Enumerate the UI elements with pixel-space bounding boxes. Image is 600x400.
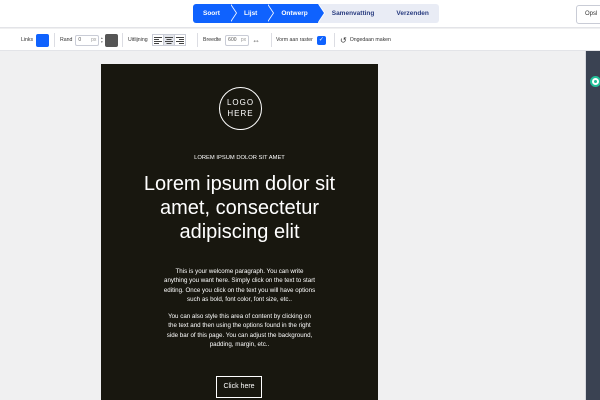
links-label: Links: [21, 37, 34, 43]
alignment-group: Uitlijning: [128, 29, 186, 51]
style-paragraph[interactable]: You can also style this area of content …: [163, 312, 316, 350]
email-preview[interactable]: LOGO HERE LOREM IPSUM DOLOR SIT AMET Lor…: [101, 64, 378, 400]
links-color-group: Links: [21, 29, 50, 51]
expand-width-icon[interactable]: ⇔: [252, 36, 260, 45]
fit-grid-group: Vorm aan raster ✓: [276, 29, 326, 51]
links-color-swatch[interactable]: [36, 33, 50, 47]
welcome-paragraph[interactable]: This is your welcome paragraph. You can …: [163, 267, 316, 305]
design-toolbar: Links Rand 0 px ▲ ▼ Uitlijning Breedte 600…: [0, 29, 600, 51]
undo-label: Ongedaan maken: [349, 37, 391, 43]
divider: [122, 33, 123, 47]
divider: [197, 33, 198, 47]
click-here-button[interactable]: Click here: [216, 376, 262, 398]
alignment-label: Uitlijning: [128, 37, 148, 43]
kicker-text[interactable]: LOREM IPSUM DOLOR SIT AMET: [101, 155, 378, 161]
step-soort[interactable]: Soort: [193, 4, 237, 23]
width-group: Breedte 600 px ⇔: [203, 29, 260, 51]
checkmark-icon: ✓: [318, 36, 324, 43]
width-input[interactable]: 600 px: [225, 34, 250, 46]
border-width-stepper[interactable]: ▲ ▼: [100, 36, 103, 44]
undo-button[interactable]: ↺ Ongedaan maken: [340, 29, 391, 51]
border-label: Rand: [60, 37, 73, 43]
top-bar: Soort Lijst Ontwerp Samenvatting Verzend…: [0, 0, 600, 28]
width-label: Breedte: [203, 37, 222, 43]
sidebar-toggle-icon[interactable]: [590, 76, 600, 87]
headline-text[interactable]: Lorem ipsum dolor sit amet, consectetur …: [121, 172, 358, 244]
step-samenvatting[interactable]: Samenvatting: [317, 4, 385, 23]
save-button[interactable]: Opsl: [576, 5, 600, 24]
border-color-swatch[interactable]: [105, 33, 119, 47]
wizard-steps: Soort Lijst Ontwerp Samenvatting Verzend…: [193, 4, 439, 23]
fit-grid-checkbox[interactable]: ✓: [316, 35, 326, 45]
undo-icon: ↺: [340, 35, 347, 45]
step-verzenden[interactable]: Verzenden: [384, 4, 439, 23]
align-right-icon: [175, 36, 184, 44]
border-group: Rand 0 px ▲ ▼: [60, 29, 119, 51]
divider: [54, 33, 55, 47]
divider: [334, 33, 335, 47]
align-center-icon: [164, 36, 173, 44]
right-sidebar: [586, 51, 600, 400]
divider: [271, 33, 272, 47]
align-right-button[interactable]: [173, 34, 186, 46]
step-ontwerp[interactable]: Ontwerp: [267, 4, 326, 23]
border-width-input[interactable]: 0 px: [75, 34, 100, 46]
logo-placeholder[interactable]: LOGO HERE: [219, 87, 262, 130]
align-left-icon: [153, 36, 162, 44]
fit-grid-label: Vorm aan raster: [276, 37, 313, 43]
chevron-down-icon[interactable]: ▼: [100, 40, 103, 44]
